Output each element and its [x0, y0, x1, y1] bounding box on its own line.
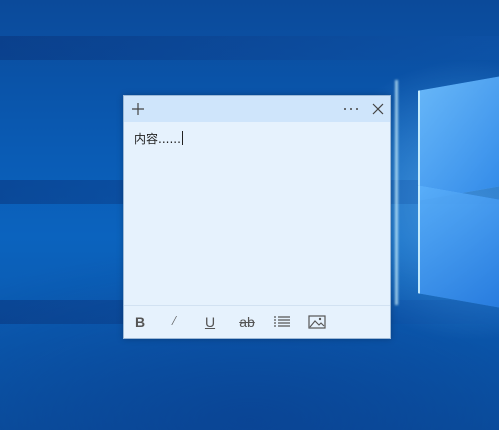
image-icon — [308, 315, 326, 329]
windows-logo-pane-top — [418, 69, 499, 201]
formatting-toolbar: B / U ab — [124, 305, 390, 338]
text-caret — [181, 131, 183, 145]
windows-logo-pane-bottom — [418, 185, 499, 315]
bullet-list-button[interactable] — [272, 313, 292, 331]
wallpaper-band — [0, 36, 499, 60]
note-content: 内容...... — [134, 132, 181, 146]
windows-logo-glow — [395, 80, 398, 305]
insert-image-button[interactable] — [307, 313, 327, 331]
note-header[interactable] — [124, 96, 390, 122]
plus-icon — [132, 103, 144, 115]
close-icon — [372, 103, 384, 115]
note-text-area[interactable]: 内容...... — [134, 130, 380, 310]
bold-button[interactable]: B — [132, 313, 148, 331]
add-note-button[interactable] — [128, 99, 148, 119]
italic-button[interactable]: / — [166, 313, 182, 331]
sticky-note-window: 内容...... B / U ab — [123, 95, 391, 339]
strikethrough-button[interactable]: ab — [237, 313, 257, 331]
close-note-button[interactable] — [368, 99, 388, 119]
underline-button[interactable]: U — [202, 313, 218, 331]
ellipsis-icon — [344, 108, 358, 110]
more-options-button[interactable] — [341, 99, 361, 119]
list-icon — [274, 316, 290, 327]
